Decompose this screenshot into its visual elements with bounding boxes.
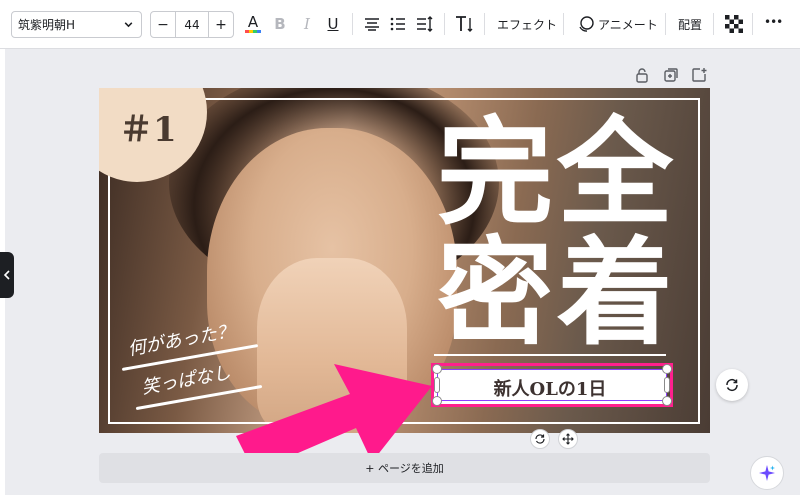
toolbar-divider (444, 13, 445, 35)
toolbar-divider (752, 13, 753, 35)
font-family-select[interactable]: 筑紫明朝H (11, 11, 142, 38)
text-color-button[interactable]: A (241, 12, 265, 36)
magic-assistant-button[interactable] (750, 456, 784, 490)
animate-button[interactable]: アニメート (598, 16, 658, 33)
position-button[interactable]: 配置 (678, 16, 702, 33)
animate-icon (579, 16, 594, 32)
move-icon (562, 433, 574, 445)
editor-toolbar: 筑紫明朝H − 44 + A B I U エフェクト アニメート 配置 ••• (0, 0, 800, 49)
font-family-value: 筑紫明朝H (18, 18, 76, 32)
increase-size-button[interactable]: + (209, 12, 233, 37)
sparkle-icon (759, 465, 775, 481)
svg-text:A: A (248, 13, 259, 31)
transparency-icon (725, 15, 743, 33)
toolbar-divider (484, 13, 485, 35)
align-button[interactable] (360, 12, 384, 36)
rotate-icon (535, 434, 545, 444)
italic-icon: I (304, 15, 310, 33)
add-page-icon[interactable] (691, 67, 707, 83)
spacing-button[interactable] (413, 12, 437, 36)
transparency-button[interactable] (722, 12, 746, 36)
move-button[interactable] (558, 429, 578, 449)
chevron-down-icon (124, 22, 133, 28)
list-button[interactable] (386, 12, 410, 36)
underline-icon: U (327, 15, 339, 33)
divider-rule (434, 354, 666, 356)
headline-char[interactable]: 着 (557, 236, 673, 352)
headline-char[interactable]: 密 (437, 236, 553, 352)
font-size-input[interactable]: 44 (175, 12, 209, 37)
align-center-icon (365, 18, 379, 31)
vertical-text-button[interactable] (453, 12, 477, 36)
refresh-icon (726, 378, 738, 392)
effects-button[interactable]: エフェクト (497, 16, 557, 33)
headline-char[interactable]: 全 (557, 116, 673, 232)
font-size-stepper: − 44 + (150, 11, 234, 38)
italic-button[interactable]: I (295, 12, 319, 36)
side-resize-handle[interactable] (664, 377, 670, 393)
more-options-button[interactable]: ••• (764, 15, 783, 29)
chevron-left-icon (3, 270, 10, 280)
headline-char[interactable]: 完 (437, 116, 553, 232)
vertical-text-icon (456, 16, 473, 32)
badge-text: ＃1 (119, 110, 177, 150)
rotate-button[interactable] (530, 429, 550, 449)
toolbar-divider (665, 13, 666, 35)
text-color-icon: A (245, 13, 261, 33)
decrease-size-button[interactable]: − (151, 12, 175, 37)
refresh-suggestions-button[interactable] (716, 369, 748, 401)
animate-icon-wrap[interactable] (574, 12, 598, 36)
lock-icon[interactable] (634, 67, 650, 83)
bullet-list-icon (390, 17, 405, 31)
add-page-button[interactable]: + ページを追加 (99, 453, 710, 483)
toolbar-divider (713, 13, 714, 35)
line-spacing-icon (417, 16, 433, 32)
toolbar-divider (352, 13, 353, 35)
bold-icon: B (274, 15, 286, 33)
duplicate-page-icon[interactable] (663, 67, 679, 83)
underline-button[interactable]: U (321, 12, 345, 36)
resize-handle[interactable] (662, 396, 672, 406)
bold-button[interactable]: B (268, 12, 292, 36)
resize-handle[interactable] (662, 364, 672, 374)
collapse-panel-button[interactable] (0, 252, 14, 298)
selection-box[interactable] (437, 369, 667, 401)
toolbar-divider (563, 13, 564, 35)
